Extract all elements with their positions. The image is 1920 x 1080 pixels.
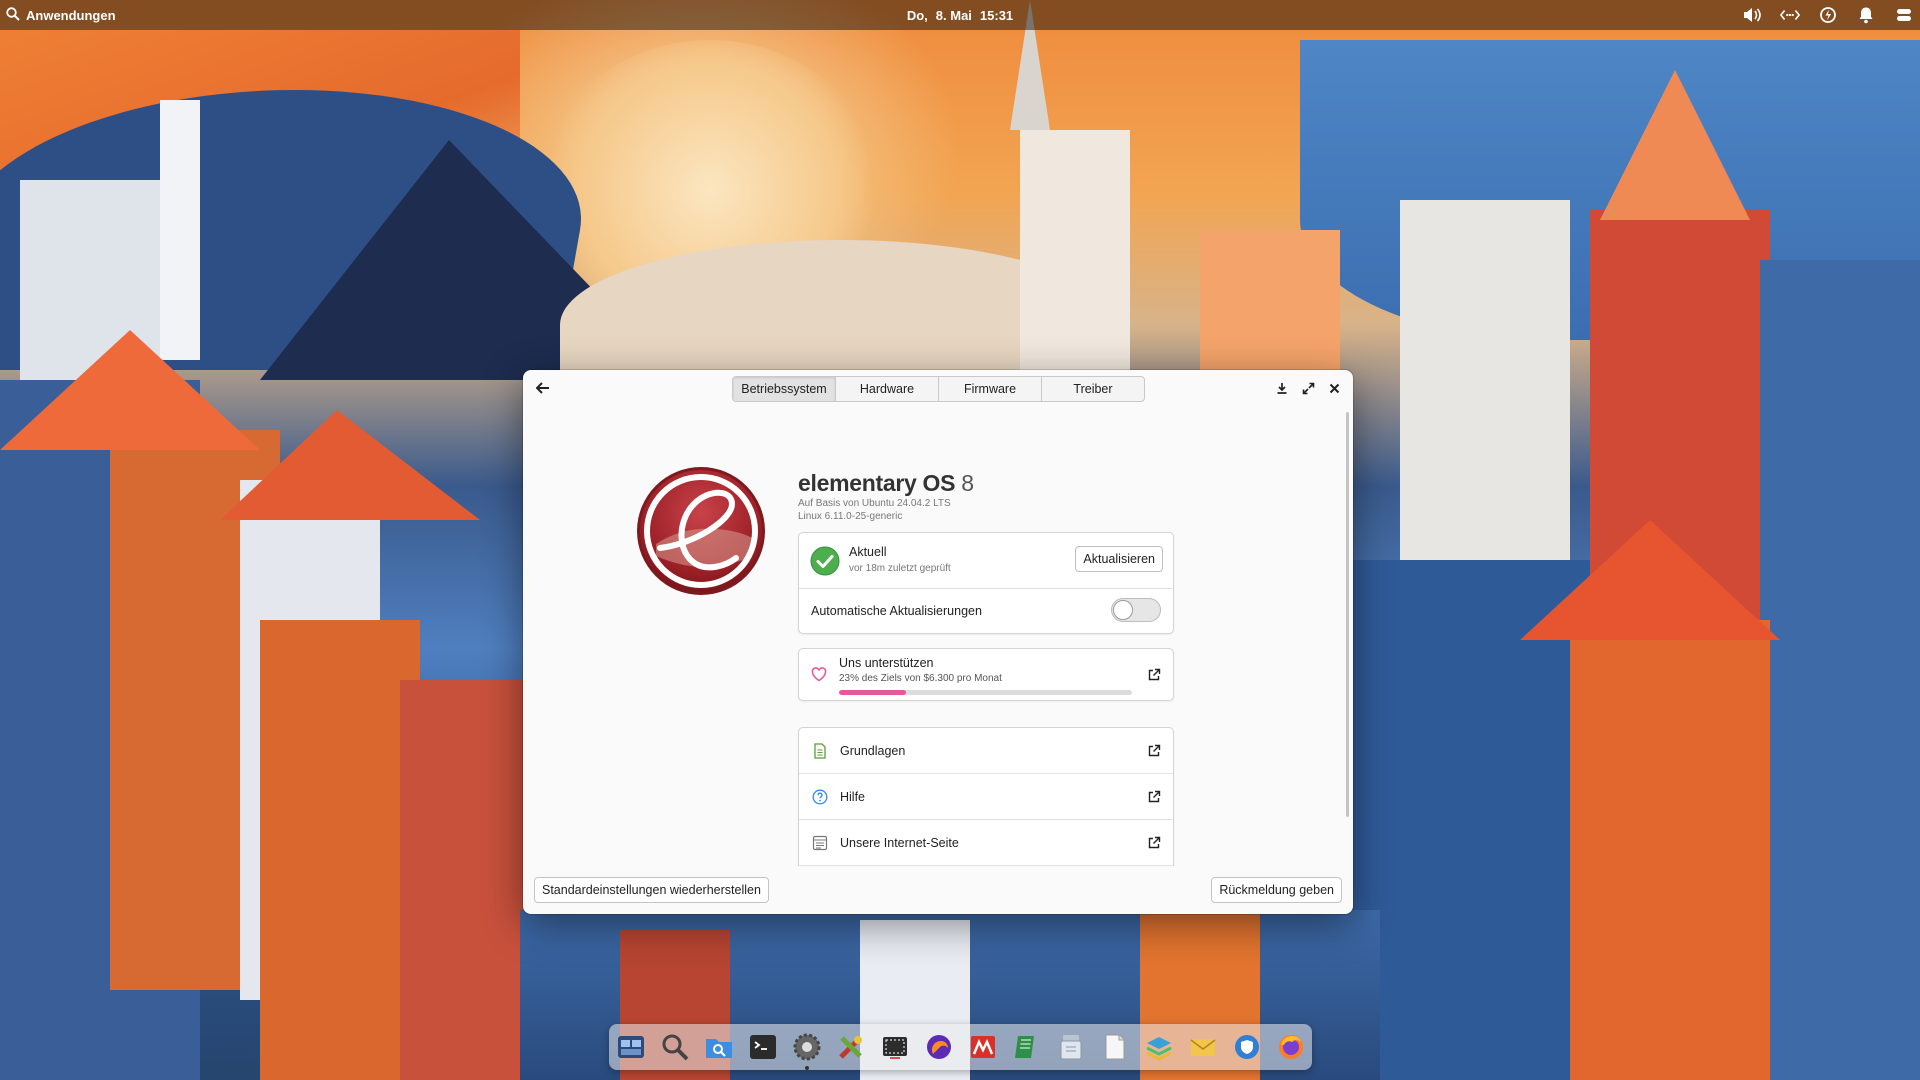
update-status-row: Aktuell vor 18m zuletzt geprüft Aktualis… — [799, 533, 1173, 589]
link-website[interactable]: Unsere Internet-Seite — [799, 820, 1173, 866]
document-icon — [812, 742, 828, 759]
close-icon — [1329, 383, 1339, 393]
text-editor-icon[interactable] — [1097, 1029, 1133, 1065]
dock — [609, 1024, 1312, 1070]
date-weekday: Do, — [906, 7, 928, 23]
link-label: Hilfe — [840, 789, 866, 804]
top-panel: Anwendungen Do, 8. Mai 15:31 — [0, 0, 1920, 30]
settings-icon[interactable] — [789, 1029, 825, 1070]
files-icon[interactable] — [701, 1029, 737, 1065]
external-link-icon — [1148, 668, 1161, 680]
os-title: elementary OS 8 — [798, 470, 974, 497]
maximize-icon — [1302, 382, 1314, 394]
external-link-icon — [1148, 744, 1161, 756]
tab-hardware[interactable]: Hardware — [836, 377, 939, 401]
firefox-dev-icon[interactable] — [921, 1029, 957, 1065]
notifications-icon[interactable] — [1856, 5, 1876, 25]
window-titlebar: Betriebssystem Hardware Firmware Treiber — [523, 370, 1353, 406]
tools-icon[interactable] — [833, 1029, 869, 1065]
back-button[interactable] — [531, 376, 555, 400]
kernel-info: Linux 6.11.0-25-generic — [798, 511, 903, 522]
network-icon[interactable] — [1780, 5, 1800, 25]
update-checked: vor 18m zuletzt geprüft — [849, 563, 951, 574]
feedback-button[interactable]: Rückmeldung geben — [1211, 877, 1342, 903]
tab-betriebssystem[interactable]: Betriebssystem — [733, 377, 836, 401]
firefox-icon[interactable] — [1273, 1029, 1309, 1065]
back-arrow-icon — [536, 382, 549, 394]
package-icon[interactable] — [1053, 1029, 1089, 1065]
base-info: Auf Basis von Ubuntu 24.04.2 LTS — [798, 498, 951, 509]
tab-treiber[interactable]: Treiber — [1042, 377, 1144, 401]
os-name: elementary OS — [798, 470, 956, 496]
scrollbar[interactable] — [1346, 412, 1349, 817]
update-card: Aktuell vor 18m zuletzt geprüft Aktualis… — [798, 532, 1174, 634]
external-link-icon — [1148, 790, 1161, 802]
screenshot-icon[interactable] — [877, 1029, 913, 1065]
checkmark-icon — [810, 546, 840, 576]
tab-firmware[interactable]: Firmware — [939, 377, 1042, 401]
reset-defaults-button[interactable]: Standardeinstellungen wiederherstellen — [534, 877, 769, 903]
auto-updates-row: Automatische Aktualisierungen — [799, 589, 1173, 633]
elementary-logo-icon — [637, 467, 765, 595]
link-hilfe[interactable]: Hilfe — [799, 774, 1173, 820]
auto-updates-label: Automatische Aktualisierungen — [811, 604, 982, 618]
support-title: Uns unterstützen — [839, 656, 934, 670]
notes-icon[interactable] — [1009, 1029, 1045, 1065]
tab-bar: Betriebssystem Hardware Firmware Treiber — [732, 376, 1145, 402]
close-button[interactable] — [1323, 376, 1345, 400]
os-version: 8 — [961, 470, 974, 496]
link-label: Grundlagen — [840, 743, 906, 758]
download-icon — [1277, 383, 1287, 394]
volume-icon[interactable] — [1742, 5, 1762, 25]
external-link-icon — [1148, 836, 1161, 848]
datetime-indicator[interactable]: Do, 8. Mai 15:31 — [0, 0, 1920, 30]
session-icon[interactable] — [1894, 5, 1914, 25]
support-progress-fill — [839, 690, 907, 695]
support-progress-bar — [839, 690, 1132, 695]
multitasking-icon[interactable] — [613, 1029, 649, 1065]
heart-icon — [811, 667, 827, 682]
time: 15:31 — [979, 7, 1014, 23]
update-button[interactable]: Aktualisieren — [1075, 546, 1163, 572]
help-icon — [812, 789, 828, 805]
shield-icon[interactable] — [1229, 1029, 1265, 1065]
support-card[interactable]: Uns unterstützen 23% des Ziels von $6.30… — [798, 648, 1174, 701]
maximize-button[interactable] — [1297, 376, 1319, 400]
links-card: Grundlagen Hilfe Unsere Internet-Seite — [798, 727, 1174, 866]
bottom-bar: Standardeinstellungen wiederherstellen R… — [523, 866, 1353, 914]
update-status: Aktuell — [849, 545, 887, 559]
date-day: 8. Mai — [935, 7, 972, 23]
content-scroll-area[interactable]: elementary OS 8 Auf Basis von Ubuntu 24.… — [523, 406, 1353, 866]
pdf-icon[interactable] — [965, 1029, 1001, 1065]
search-icon[interactable] — [657, 1029, 693, 1065]
mail-icon[interactable] — [1185, 1029, 1221, 1065]
running-indicator — [804, 1066, 809, 1070]
website-icon — [812, 835, 828, 851]
download-button[interactable] — [1271, 376, 1293, 400]
auto-updates-toggle[interactable] — [1111, 598, 1161, 622]
link-grundlagen[interactable]: Grundlagen — [799, 728, 1173, 774]
system-settings-window: Betriebssystem Hardware Firmware Treiber — [523, 370, 1353, 914]
terminal-icon[interactable] — [745, 1029, 781, 1065]
power-icon[interactable] — [1818, 5, 1838, 25]
support-subtitle: 23% des Ziels von $6.300 pro Monat — [839, 673, 1002, 684]
link-label: Unsere Internet-Seite — [840, 835, 959, 850]
layers-icon[interactable] — [1141, 1029, 1177, 1065]
